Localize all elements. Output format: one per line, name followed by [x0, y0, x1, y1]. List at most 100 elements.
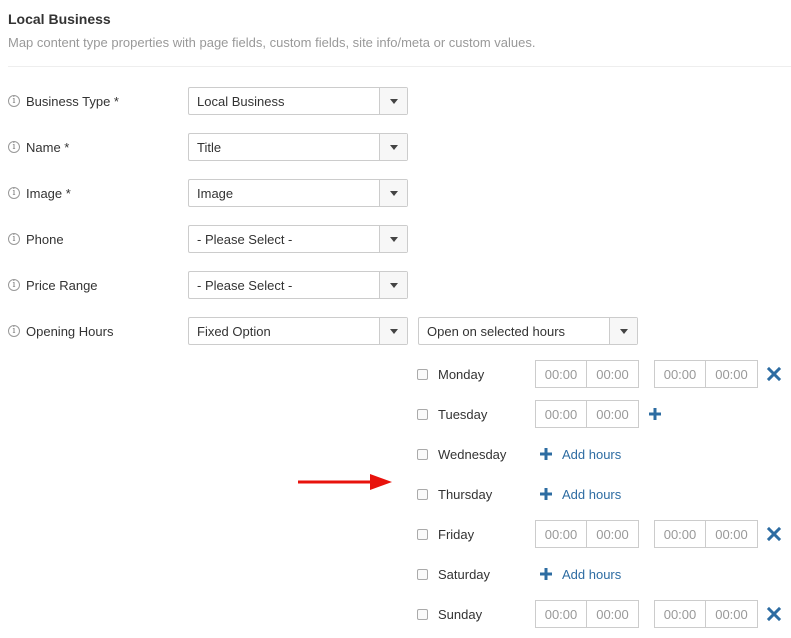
time-range-1 — [535, 520, 639, 548]
add-hours-button[interactable]: Add hours — [539, 560, 621, 588]
day-checkbox[interactable] — [417, 488, 428, 500]
plus-icon — [540, 488, 552, 500]
close-icon[interactable] — [766, 366, 782, 382]
time-range-2 — [654, 360, 758, 388]
info-icon[interactable]: i — [8, 95, 20, 107]
chevron-down-icon — [619, 328, 628, 334]
day-checkbox[interactable] — [417, 368, 428, 380]
info-icon[interactable]: i — [8, 187, 20, 199]
day-row-wednesday: Wednesday — [417, 440, 506, 468]
info-icon[interactable]: i — [8, 279, 20, 291]
day-checkbox[interactable] — [417, 528, 428, 540]
day-row-monday: Monday — [417, 360, 484, 388]
day-label: Tuesday — [438, 406, 488, 422]
add-hours-label: Add hours — [562, 566, 622, 582]
field-label-text: Image * — [26, 185, 71, 201]
field-label-text: Price Range — [26, 277, 98, 293]
select-value: Image — [197, 185, 234, 201]
field-label-phone: i Phone — [8, 225, 64, 253]
section-title: Local Business — [8, 11, 111, 27]
close-time-input[interactable] — [587, 520, 639, 548]
opening-hours-mode-select[interactable]: Open on selected hours — [418, 317, 638, 345]
field-label-opening-hours: i Opening Hours — [8, 317, 113, 345]
dropdown-toggle[interactable] — [379, 272, 407, 298]
dropdown-toggle[interactable] — [379, 318, 407, 344]
time-range-2 — [654, 520, 758, 548]
info-icon[interactable]: i — [8, 141, 20, 153]
dropdown-toggle[interactable] — [379, 180, 407, 206]
day-checkbox[interactable] — [417, 448, 428, 460]
day-label: Thursday — [438, 486, 493, 502]
field-label-text: Business Type * — [26, 93, 119, 109]
field-label-name: i Name * — [8, 133, 69, 161]
field-label-text: Opening Hours — [26, 323, 114, 339]
day-label: Friday — [438, 526, 475, 542]
red-arrow-icon — [298, 474, 392, 490]
open-time-input[interactable] — [654, 360, 706, 388]
chevron-down-icon — [389, 328, 398, 334]
day-checkbox[interactable] — [417, 408, 428, 420]
day-checkbox[interactable] — [417, 568, 428, 580]
chevron-down-icon — [389, 236, 398, 242]
field-label-text: Name * — [26, 139, 70, 155]
chevron-down-icon — [389, 282, 398, 288]
day-row-friday: Friday — [417, 520, 474, 548]
dropdown-toggle[interactable] — [379, 88, 407, 114]
price-range-select[interactable]: - Please Select - — [188, 271, 408, 299]
info-icon[interactable]: i — [8, 233, 20, 245]
close-time-input[interactable] — [587, 400, 639, 428]
chevron-down-icon — [389, 190, 398, 196]
open-time-input[interactable] — [654, 600, 706, 628]
image-select[interactable]: Image — [188, 179, 408, 207]
day-label: Sunday — [438, 606, 483, 622]
plus-icon — [540, 448, 552, 460]
business-type-select[interactable]: Local Business — [188, 87, 408, 115]
time-range-1 — [535, 600, 639, 628]
close-time-input[interactable] — [706, 360, 758, 388]
close-time-input[interactable] — [706, 600, 758, 628]
plus-icon[interactable] — [648, 407, 662, 421]
open-time-input[interactable] — [535, 600, 587, 628]
close-icon[interactable] — [766, 526, 782, 542]
day-label: Wednesday — [438, 446, 507, 462]
plus-icon — [540, 568, 552, 580]
time-range-1 — [535, 400, 639, 428]
add-hours-button[interactable]: Add hours — [539, 480, 621, 508]
open-time-input[interactable] — [535, 360, 587, 388]
field-label-image: i Image * — [8, 179, 71, 207]
open-time-input[interactable] — [535, 520, 587, 548]
info-icon[interactable]: i — [8, 325, 20, 337]
select-value: Fixed Option — [197, 323, 271, 339]
opening-hours-select[interactable]: Fixed Option — [188, 317, 408, 345]
add-hours-button[interactable]: Add hours — [539, 440, 621, 468]
header-divider — [8, 66, 791, 67]
dropdown-toggle[interactable] — [379, 134, 407, 160]
day-row-thursday: Thursday — [417, 480, 492, 508]
dropdown-toggle[interactable] — [609, 318, 637, 344]
time-range-2 — [654, 600, 758, 628]
close-time-input[interactable] — [587, 360, 639, 388]
day-label: Monday — [438, 366, 485, 382]
phone-select[interactable]: - Please Select - — [188, 225, 408, 253]
name-select[interactable]: Title — [188, 133, 408, 161]
field-label-price-range: i Price Range — [8, 271, 98, 299]
select-value: Open on selected hours — [427, 323, 566, 339]
select-value: - Please Select - — [197, 231, 293, 247]
add-hours-label: Add hours — [562, 486, 622, 502]
day-label: Saturday — [438, 566, 491, 582]
select-value: Title — [197, 139, 222, 155]
section-description: Map content type properties with page fi… — [8, 35, 536, 50]
time-range-1 — [535, 360, 639, 388]
close-time-input[interactable] — [706, 520, 758, 548]
close-time-input[interactable] — [587, 600, 639, 628]
select-value: Local Business — [197, 93, 285, 109]
dropdown-toggle[interactable] — [379, 226, 407, 252]
field-label-text: Phone — [26, 231, 64, 247]
open-time-input[interactable] — [654, 520, 706, 548]
open-time-input[interactable] — [535, 400, 587, 428]
chevron-down-icon — [389, 98, 398, 104]
field-label-business-type: i Business Type * — [8, 87, 119, 115]
day-row-tuesday: Tuesday — [417, 400, 487, 428]
close-icon[interactable] — [766, 606, 782, 622]
day-checkbox[interactable] — [417, 608, 428, 620]
